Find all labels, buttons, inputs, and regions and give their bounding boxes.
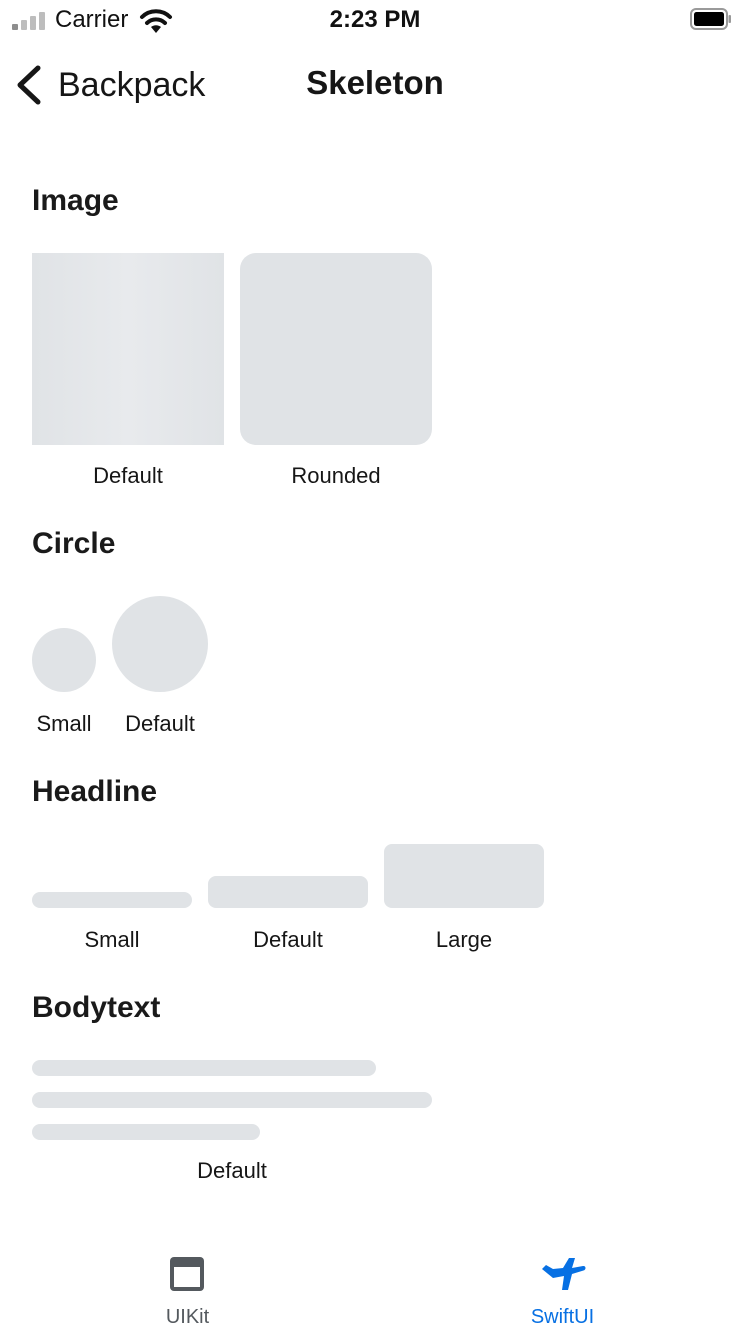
headline-small-label: Small — [84, 927, 140, 952]
tab-swiftui[interactable]: SwiftUI — [375, 1250, 750, 1334]
skeleton-headline-large — [384, 844, 544, 908]
section-title-headline: Headline — [32, 775, 158, 808]
circle-small-label: Small — [36, 711, 92, 736]
skeleton-circle-default — [112, 596, 208, 692]
skeleton-bodytext-line — [32, 1124, 260, 1140]
skeleton-image-default — [32, 253, 224, 445]
airplane-icon — [542, 1258, 586, 1290]
circle-default-label: Default — [125, 711, 195, 736]
window-icon — [170, 1257, 204, 1291]
skeleton-bodytext-line — [32, 1092, 432, 1108]
page-title: Skeleton — [306, 64, 444, 101]
bodytext-default-label: Default — [197, 1158, 267, 1183]
tab-uikit-label: UIKit — [165, 1306, 210, 1328]
section-title-image: Image — [32, 184, 119, 217]
status-bar: Carrier 2:23 PM — [0, 0, 750, 40]
section-title-bodytext: Bodytext — [32, 991, 161, 1024]
battery-icon — [690, 8, 731, 30]
section-title-circle: Circle — [32, 527, 116, 560]
skeleton-image-rounded — [240, 253, 432, 445]
tab-swiftui-label: SwiftUI — [530, 1306, 595, 1328]
skeleton-headline-small — [32, 892, 192, 908]
skeleton-bodytext-line — [32, 1060, 376, 1076]
status-time: 2:23 PM — [329, 6, 421, 33]
headline-large-label: Large — [435, 927, 493, 952]
image-rounded-label: Rounded — [291, 463, 381, 488]
skeleton-headline-default — [208, 876, 368, 908]
image-default-label: Default — [93, 463, 163, 488]
tab-uikit[interactable]: UIKit — [0, 1250, 375, 1334]
skeleton-circle-small — [32, 628, 96, 692]
headline-default-label: Default — [253, 927, 323, 952]
